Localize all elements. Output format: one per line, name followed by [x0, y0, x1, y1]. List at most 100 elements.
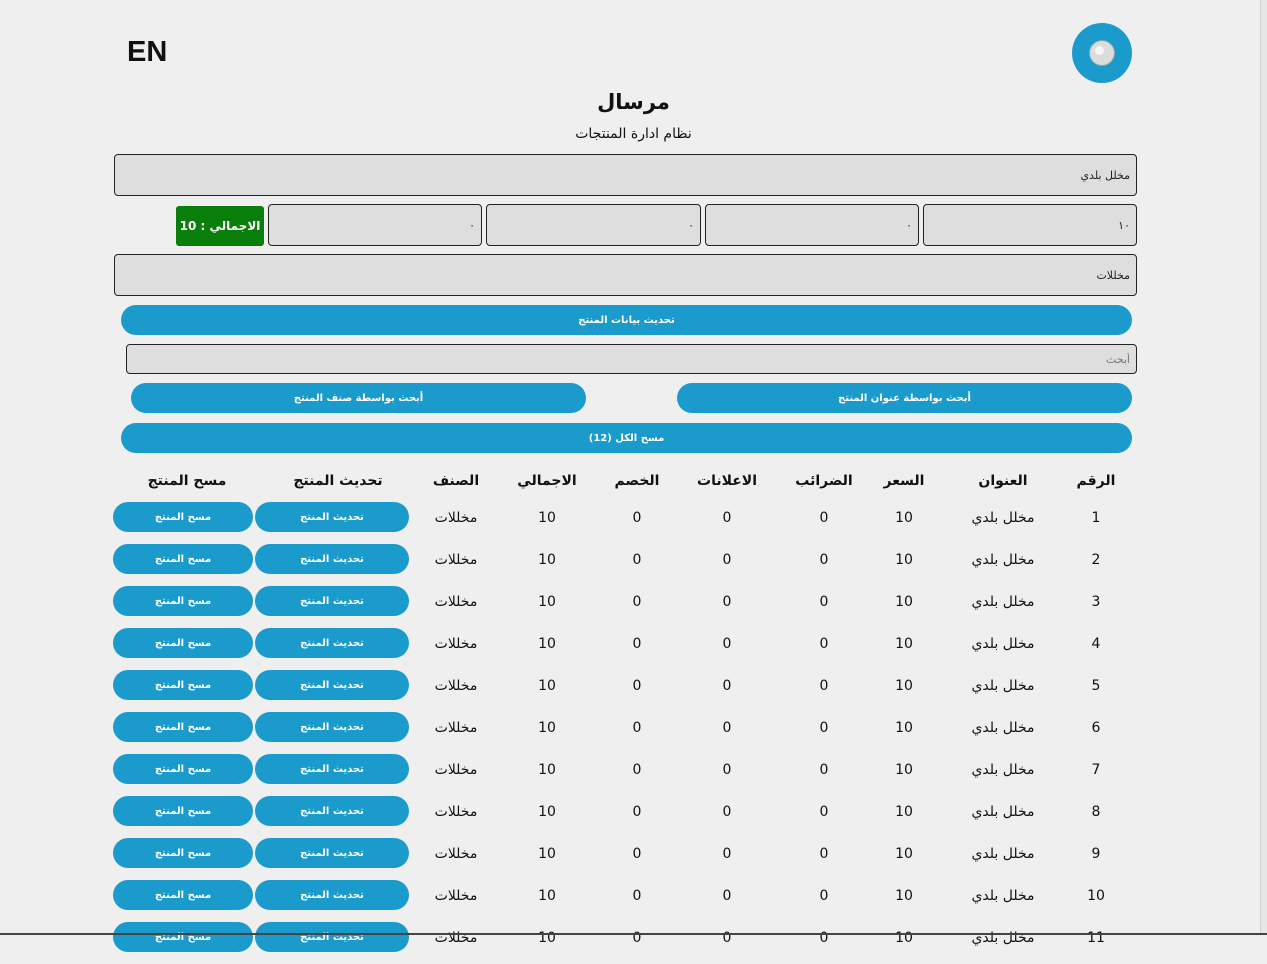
cell-taxes: 0 — [819, 594, 829, 610]
category-input[interactable] — [114, 254, 1137, 296]
cell-total: 10 — [538, 720, 556, 736]
cell-discount: 0 — [632, 636, 642, 652]
cell-title: مخلل بلدي — [971, 846, 1035, 862]
row-update-button[interactable]: تحديث المنتج — [255, 796, 409, 826]
table-row: 3 مخلل بلدي 10 0 0 0 10 مخللات تحديث المنتج مسح ا… — [0, 586, 1267, 628]
table-row: 8 مخلل بلدي 10 0 0 0 10 مخللات تحديث المنتج مسح ا… — [0, 796, 1267, 838]
row-delete-button[interactable]: مسح المنتج — [113, 586, 253, 616]
header-total: الاجمالي — [517, 473, 577, 489]
cell-total: 10 — [538, 762, 556, 778]
search-input[interactable] — [126, 344, 1137, 374]
update-product-button[interactable]: تحديث بيانات المنتج — [121, 305, 1132, 335]
cell-taxes: 0 — [819, 720, 829, 736]
cell-total: 10 — [538, 678, 556, 694]
header-taxes: الضرائب — [795, 473, 853, 489]
row-update-button[interactable]: تحديث المنتج — [255, 712, 409, 742]
cell-category: مخللات — [434, 888, 478, 904]
cell-id: 1 — [1091, 510, 1101, 526]
cell-price: 10 — [895, 720, 913, 736]
row-update-button[interactable]: تحديث المنتج — [255, 880, 409, 910]
row-update-button[interactable]: تحديث المنتج — [255, 586, 409, 616]
cell-category: مخللات — [434, 636, 478, 652]
row-update-button[interactable]: تحديث المنتج — [255, 544, 409, 574]
cell-discount: 0 — [632, 510, 642, 526]
row-update-button[interactable]: تحديث المنتج — [255, 922, 409, 952]
language-toggle[interactable]: EN — [127, 36, 167, 69]
cell-price: 10 — [895, 636, 913, 652]
cell-category: مخللات — [434, 552, 478, 568]
cell-taxes: 0 — [819, 552, 829, 568]
ads-input[interactable] — [486, 204, 701, 246]
cell-discount: 0 — [632, 720, 642, 736]
row-update-button[interactable]: تحديث المنتج — [255, 670, 409, 700]
row-delete-button[interactable]: مسح المنتج — [113, 796, 253, 826]
cell-title: مخلل بلدي — [971, 888, 1035, 904]
row-delete-button[interactable]: مسح المنتج — [113, 880, 253, 910]
cell-category: مخللات — [434, 510, 478, 526]
discount-input[interactable] — [268, 204, 482, 246]
cell-taxes: 0 — [819, 636, 829, 652]
header-category: الصنف — [432, 473, 480, 489]
cell-discount: 0 — [632, 888, 642, 904]
cell-total: 10 — [538, 552, 556, 568]
taxes-input[interactable] — [705, 204, 919, 246]
price-input[interactable] — [923, 204, 1137, 246]
cell-category: مخللات — [434, 846, 478, 862]
delete-all-button[interactable]: مسح الكل (12) — [121, 423, 1132, 453]
cell-discount: 0 — [632, 678, 642, 694]
row-update-button[interactable]: تحديث المنتج — [255, 628, 409, 658]
row-delete-button[interactable]: مسح المنتج — [113, 712, 253, 742]
cell-total: 10 — [538, 636, 556, 652]
row-delete-button[interactable]: مسح المنتج — [113, 754, 253, 784]
search-by-category-button[interactable]: أبحث بواسطة صنف المنتج — [131, 383, 586, 413]
cell-price: 10 — [895, 678, 913, 694]
avatar[interactable] — [1072, 23, 1132, 83]
cell-ads: 0 — [722, 594, 732, 610]
cell-ads: 0 — [722, 678, 732, 694]
cell-discount: 0 — [632, 804, 642, 820]
row-delete-button[interactable]: مسح المنتج — [113, 838, 253, 868]
cell-ads: 0 — [722, 636, 732, 652]
header-delete: مسح المنتج — [147, 473, 227, 489]
cell-discount: 0 — [632, 762, 642, 778]
cell-taxes: 0 — [819, 888, 829, 904]
title-input[interactable] — [114, 154, 1137, 196]
cell-total: 10 — [538, 846, 556, 862]
cell-price: 10 — [895, 888, 913, 904]
cell-discount: 0 — [632, 552, 642, 568]
cell-price: 10 — [895, 510, 913, 526]
table-row: 11 مخلل بلدي 10 0 0 0 10 مخللات تحديث المنتج مسح … — [0, 922, 1267, 964]
cell-ads: 0 — [722, 552, 732, 568]
row-delete-button[interactable]: مسح المنتج — [113, 544, 253, 574]
cell-price: 10 — [895, 594, 913, 610]
cell-ads: 0 — [722, 762, 732, 778]
search-by-title-button[interactable]: أبحث بواسطة عنوان المنتج — [677, 383, 1132, 413]
table-row: 2 مخلل بلدي 10 0 0 0 10 مخللات تحديث المنتج مسح ا… — [0, 544, 1267, 586]
cell-title: مخلل بلدي — [971, 510, 1035, 526]
row-update-button[interactable]: تحديث المنتج — [255, 754, 409, 784]
row-update-button[interactable]: تحديث المنتج — [255, 838, 409, 868]
cell-total: 10 — [538, 888, 556, 904]
user-icon — [1089, 40, 1115, 66]
cell-id: 2 — [1091, 552, 1101, 568]
cell-total: 10 — [538, 594, 556, 610]
cell-total: 10 — [538, 510, 556, 526]
cell-id: 10 — [1087, 888, 1105, 904]
cell-category: مخللات — [434, 594, 478, 610]
cell-taxes: 0 — [819, 678, 829, 694]
cell-title: مخلل بلدي — [971, 636, 1035, 652]
table-row: 10 مخلل بلدي 10 0 0 0 10 مخللات تحديث المنتج مسح … — [0, 880, 1267, 922]
cell-ads: 0 — [722, 846, 732, 862]
row-delete-button[interactable]: مسح المنتج — [113, 628, 253, 658]
cell-title: مخلل بلدي — [971, 594, 1035, 610]
row-delete-button[interactable]: مسح المنتج — [113, 502, 253, 532]
cell-id: 9 — [1091, 846, 1101, 862]
cell-discount: 0 — [632, 594, 642, 610]
cell-category: مخللات — [434, 720, 478, 736]
table-row: 6 مخلل بلدي 10 0 0 0 10 مخللات تحديث المنتج مسح ا… — [0, 712, 1267, 754]
cell-ads: 0 — [722, 720, 732, 736]
row-update-button[interactable]: تحديث المنتج — [255, 502, 409, 532]
row-delete-button[interactable]: مسح المنتج — [113, 922, 253, 952]
page-title: مرسال — [597, 90, 670, 114]
row-delete-button[interactable]: مسح المنتج — [113, 670, 253, 700]
